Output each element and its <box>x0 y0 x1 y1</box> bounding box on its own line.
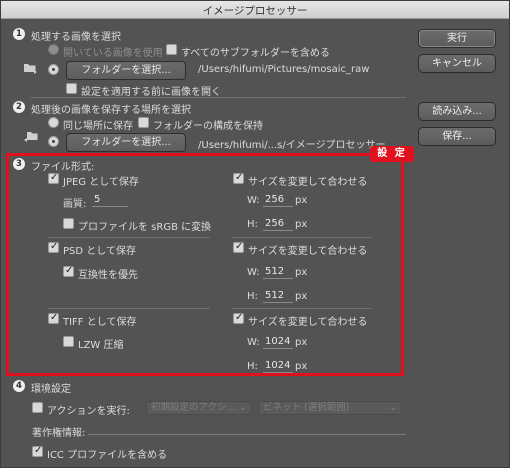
load-button[interactable]: 読み込み... <box>418 102 496 121</box>
save-psd-checkbox[interactable] <box>48 241 59 253</box>
tiff-width-input[interactable]: 1024 <box>263 335 293 349</box>
psd-resize-checkbox[interactable] <box>233 241 244 253</box>
psd-height-input[interactable]: 512 <box>263 289 293 303</box>
action-select[interactable]: ビネット (選択範囲) ⌄ <box>258 401 402 415</box>
action-set-select[interactable]: 初期設定のアクシ... ⌄ <box>146 401 252 415</box>
dest-choose-folder-radio[interactable] <box>48 136 59 147</box>
save-psd-label: PSD として保存 <box>63 246 136 257</box>
section-number-2: 2 <box>13 101 25 113</box>
tiff-resize-checkbox[interactable] <box>233 312 244 324</box>
include-subfolders-label: すべてのサブフォルダーを含める <box>181 48 330 59</box>
lzw-compression-checkbox[interactable] <box>63 336 74 347</box>
tiff-width-unit: px <box>295 337 308 348</box>
psd-width-unit: px <box>295 267 308 278</box>
section1-title: 処理する画像を選択 <box>31 32 121 43</box>
convert-srgb-label: プロファイルを sRGB に変換 <box>78 222 212 233</box>
convert-srgb-checkbox[interactable] <box>63 218 74 229</box>
jpeg-resize-label: サイズを変更して合わせる <box>248 177 368 188</box>
cancel-button[interactable]: キャンセル <box>418 54 496 73</box>
divider <box>30 97 406 98</box>
open-first-image-checkbox[interactable] <box>66 83 77 94</box>
run-action-checkbox[interactable] <box>32 402 43 413</box>
save-button[interactable]: 保存... <box>418 127 496 146</box>
jpeg-quality-label: 画質: <box>63 199 87 210</box>
tiff-width-label: W: <box>247 337 260 348</box>
chevron-down-icon: ⌄ <box>389 402 397 413</box>
psd-height-unit: px <box>295 291 308 302</box>
keep-structure-checkbox[interactable] <box>138 117 149 128</box>
choose-dest-folder-button[interactable]: フォルダーを選択... <box>66 133 186 152</box>
save-jpeg-label: JPEG として保存 <box>63 177 139 188</box>
keep-structure-label: フォルダーの構成を保持 <box>153 121 263 132</box>
jpeg-width-input[interactable]: 256 <box>263 193 293 207</box>
jpeg-resize-checkbox[interactable] <box>233 172 244 184</box>
choose-source-folder-button[interactable]: フォルダーを選択... <box>66 61 186 80</box>
use-open-images-radio[interactable] <box>48 44 59 55</box>
tiff-height-label: H: <box>247 361 258 372</box>
save-tiff-checkbox[interactable] <box>48 312 59 324</box>
tiff-resize-label: サイズを変更して合わせる <box>248 317 368 328</box>
run-action-label: アクションを実行: <box>47 406 130 417</box>
source-folder-icon <box>24 64 37 74</box>
maximize-compatibility-checkbox[interactable] <box>63 265 74 277</box>
section-number-1: 1 <box>13 28 25 40</box>
source-path: /Users/hifumi/Pictures/mosaic_raw <box>198 64 370 75</box>
same-location-label: 同じ場所に保存 <box>63 121 133 132</box>
action-set-value: 初期設定のアクシ... <box>151 402 236 413</box>
open-first-image-label: 設定を適用する前に画像を開く <box>81 87 221 98</box>
tiff-height-unit: px <box>295 361 308 372</box>
include-subfolders-checkbox[interactable] <box>166 44 177 55</box>
divider <box>232 308 372 309</box>
window-title: イメージプロセッサー <box>202 5 308 17</box>
run-button[interactable]: 実行 <box>418 29 496 48</box>
save-jpeg-checkbox[interactable] <box>48 172 59 184</box>
jpeg-width-unit: px <box>295 195 308 206</box>
section3-title: ファイル形式: <box>31 162 95 173</box>
include-icc-checkbox[interactable] <box>32 445 43 457</box>
title-bar: イメージプロセッサー <box>0 0 510 19</box>
settings-tag: 設 定 <box>370 146 414 162</box>
section-number-3: 3 <box>13 158 25 170</box>
jpeg-quality-input[interactable]: 5 <box>92 193 128 207</box>
section-number-4: 4 <box>13 380 25 392</box>
action-value: ビネット (選択範囲) <box>263 402 350 413</box>
save-tiff-label: TIFF として保存 <box>63 317 137 328</box>
dest-path: /Users/hifumi/...s/イメージプロセッサー <box>198 140 386 151</box>
maximize-compatibility-label: 互換性を優先 <box>78 270 138 281</box>
psd-width-input[interactable]: 512 <box>263 265 293 279</box>
use-open-images-label: 開いている画像を使用 <box>63 48 163 59</box>
psd-width-label: W: <box>247 267 260 278</box>
include-icc-label: ICC プロファイルを含める <box>47 450 168 461</box>
jpeg-width-label: W: <box>247 195 260 206</box>
divider <box>48 237 210 238</box>
psd-height-label: H: <box>247 291 258 302</box>
divider <box>48 308 210 309</box>
copyright-label: 著作権情報: <box>32 428 86 439</box>
copyright-input[interactable] <box>88 434 406 435</box>
tiff-height-input[interactable]: 1024 <box>263 359 293 373</box>
section2-title: 処理後の画像を保存する場所を選択 <box>31 105 191 116</box>
same-location-radio[interactable] <box>48 117 59 128</box>
choose-folder-radio[interactable] <box>48 64 59 75</box>
dest-folder-icon <box>24 132 38 142</box>
lzw-compression-label: LZW 圧縮 <box>78 340 124 351</box>
chevron-down-icon: ⌄ <box>239 402 247 413</box>
section4-title: 環境設定 <box>31 384 71 395</box>
jpeg-height-unit: px <box>295 219 308 230</box>
jpeg-height-label: H: <box>247 219 258 230</box>
jpeg-height-input[interactable]: 256 <box>263 217 293 231</box>
psd-resize-label: サイズを変更して合わせる <box>248 246 368 257</box>
divider <box>232 237 372 238</box>
